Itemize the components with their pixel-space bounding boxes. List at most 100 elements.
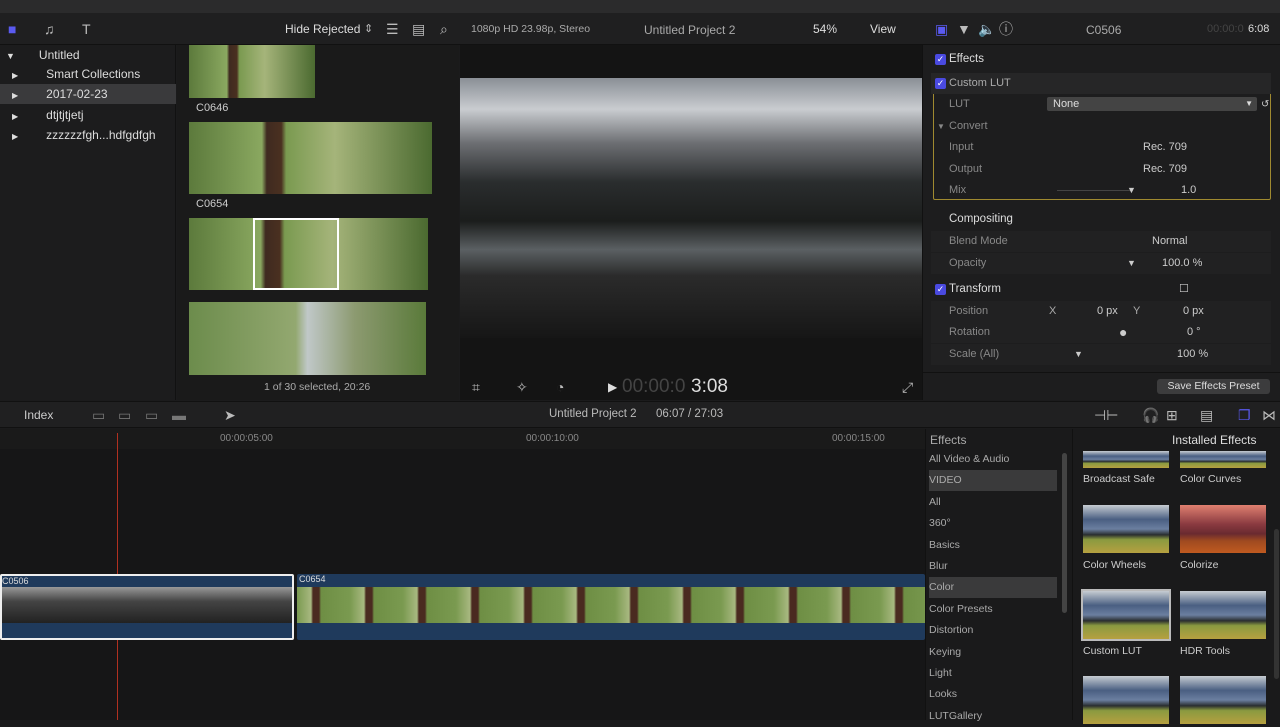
effect-thumbnail[interactable] xyxy=(1083,451,1169,468)
effect-label[interactable]: Colorize xyxy=(1180,559,1219,571)
rotation-dial[interactable]: ● xyxy=(1119,322,1127,343)
enhance-icon[interactable]: ✧ xyxy=(516,379,528,395)
effect-thumbnail[interactable] xyxy=(1180,676,1266,724)
effects-category[interactable]: Color xyxy=(929,577,1057,599)
inspector-timecode: 6:08 xyxy=(1248,23,1270,35)
clip-appearance-icon[interactable]: ☰ xyxy=(386,21,399,37)
effects-category[interactable]: Color Presets xyxy=(929,599,1057,620)
effects-category[interactable]: Distortion xyxy=(929,620,1057,641)
effects-category[interactable]: Basics xyxy=(929,535,1057,556)
input-dropdown[interactable]: Rec. 709 xyxy=(1143,137,1187,158)
fullscreen-icon[interactable]: ⤢ xyxy=(902,379,913,395)
transform-onscreen-icon[interactable]: ☐ xyxy=(1179,279,1189,300)
photos-audio-icon[interactable]: ♫ xyxy=(44,21,55,37)
effects-category[interactable]: Keying xyxy=(929,642,1057,663)
effects-category[interactable]: LUTGallery xyxy=(929,706,1057,727)
clip-thumbnail[interactable] xyxy=(189,302,426,375)
append-icon[interactable]: ▭ xyxy=(145,407,158,423)
view-dropdown[interactable]: View xyxy=(870,22,896,36)
y-value[interactable]: 0 px xyxy=(1183,301,1204,322)
effect-thumbnail[interactable] xyxy=(1083,505,1169,553)
effect-thumbnail[interactable] xyxy=(1180,505,1266,553)
lut-dropdown[interactable]: None ▼ xyxy=(1047,97,1257,111)
checkbox[interactable]: ✓ xyxy=(935,78,946,89)
timeline-clip[interactable]: C0506 xyxy=(0,574,294,640)
color-inspector-icon[interactable]: ▼ xyxy=(957,21,971,37)
effect-label[interactable]: HDR Tools xyxy=(1180,645,1230,657)
headphones-icon[interactable]: 🎧 xyxy=(1142,407,1159,423)
audio-inspector-icon[interactable]: 🔈 xyxy=(978,21,995,37)
installed-effects-dropdown[interactable]: Installed Effects xyxy=(1172,433,1257,447)
slider-handle[interactable]: ▼ xyxy=(1127,253,1136,274)
effects-browser-title: Effects xyxy=(930,433,967,447)
reset-icon[interactable]: ↺ xyxy=(1261,94,1269,115)
effect-label[interactable]: Color Curves xyxy=(1180,473,1241,485)
filter-dropdown[interactable]: Hide Rejected xyxy=(285,22,360,36)
scale-value[interactable]: 100 % xyxy=(1177,344,1208,365)
insert-icon[interactable]: ▭ xyxy=(118,407,131,423)
library-item[interactable]: ▼ Untitled xyxy=(0,45,176,65)
checkbox[interactable]: ✓ xyxy=(935,54,946,65)
connect-icon[interactable]: ▭ xyxy=(92,407,105,423)
output-dropdown[interactable]: Rec. 709 xyxy=(1143,159,1187,180)
effects-browser-icon[interactable]: ❐ xyxy=(1238,407,1251,423)
timeline-clip[interactable]: C0654 xyxy=(297,574,925,640)
ruler-tick: 00:00:10:00 xyxy=(526,433,579,444)
slider-handle[interactable]: ▼ xyxy=(1127,180,1136,201)
titles-icon[interactable]: T xyxy=(82,21,91,37)
mix-label: Mix xyxy=(949,184,967,196)
save-effects-preset-button[interactable]: Save Effects Preset xyxy=(1157,379,1270,394)
effects-category[interactable]: VIDEO xyxy=(929,470,1057,492)
format-info: 1080p HD 23.98p, Stereo xyxy=(471,23,591,35)
filmstrip-icon[interactable]: ▤ xyxy=(412,21,425,37)
clip-thumbnail[interactable] xyxy=(189,122,432,194)
x-value[interactable]: 0 px xyxy=(1097,301,1118,322)
category-scrollbar[interactable] xyxy=(1062,453,1067,613)
effect-thumbnail[interactable] xyxy=(1180,591,1266,639)
effects-scrollbar[interactable] xyxy=(1274,529,1279,679)
opacity-value[interactable]: 100.0 % xyxy=(1162,253,1202,274)
library-item[interactable]: ▶ Smart Collections xyxy=(0,64,176,84)
scale-label: Scale (All) xyxy=(949,348,1000,360)
clip-thumbnail[interactable] xyxy=(189,218,428,290)
mix-slider[interactable] xyxy=(1057,190,1133,191)
checkbox[interactable]: ✓ xyxy=(935,284,946,295)
timeline-ruler[interactable] xyxy=(0,429,925,449)
effects-category[interactable]: Blur xyxy=(929,556,1057,577)
snapping-icon[interactable]: ⊞ xyxy=(1166,407,1178,423)
mix-value[interactable]: 1.0 xyxy=(1181,180,1196,201)
library-item[interactable]: ▶ dtjtjtjetj xyxy=(0,105,176,125)
effect-label[interactable]: Broadcast Safe xyxy=(1083,473,1155,485)
effects-category[interactable]: All Video & Audio xyxy=(929,449,1057,470)
effect-thumbnail[interactable] xyxy=(1180,451,1266,468)
rotation-value[interactable]: 0 ° xyxy=(1187,322,1201,343)
index-button[interactable]: Index xyxy=(24,408,53,422)
effects-category[interactable]: 360° xyxy=(929,513,1057,534)
libraries-icon[interactable]: ■ xyxy=(8,21,16,37)
effects-category[interactable]: Looks xyxy=(929,684,1057,705)
select-tool-icon[interactable]: ➤ xyxy=(224,407,236,423)
info-inspector-icon[interactable]: ⓘ xyxy=(999,21,1013,37)
effect-label[interactable]: Custom LUT xyxy=(1083,645,1142,657)
zoom-dropdown[interactable]: 54% xyxy=(813,22,837,36)
effect-thumbnail-selected[interactable] xyxy=(1081,589,1171,641)
crop-icon[interactable]: ⌗ xyxy=(472,379,480,395)
slider-handle[interactable]: ▼ xyxy=(1074,344,1083,365)
play-icon[interactable]: ▶ xyxy=(608,379,617,395)
transitions-icon[interactable]: ⋈ xyxy=(1262,407,1276,423)
clip-thumbnail[interactable] xyxy=(189,45,315,98)
blend-dropdown[interactable]: Normal xyxy=(1152,231,1187,252)
search-icon[interactable]: ⌕ xyxy=(440,21,448,37)
library-item[interactable]: ▶ zzzzzzfgh...hdfgdfgh xyxy=(0,125,176,145)
skimming-icon[interactable]: ⊣⊢ xyxy=(1094,407,1118,423)
effect-thumbnail[interactable] xyxy=(1083,676,1169,724)
effects-category[interactable]: Light xyxy=(929,663,1057,684)
clip-appearance-icon[interactable]: ▤ xyxy=(1200,407,1213,423)
section-title: Transform xyxy=(949,283,1001,295)
effect-label[interactable]: Color Wheels xyxy=(1083,559,1146,571)
retime-icon[interactable]: ◔ xyxy=(556,379,564,395)
overwrite-icon[interactable]: ▬ xyxy=(172,407,186,423)
effects-category[interactable]: All xyxy=(929,492,1057,513)
library-item[interactable]: ▶ 2017-02-23 xyxy=(0,84,176,104)
video-inspector-icon[interactable]: ▣ xyxy=(935,21,948,37)
